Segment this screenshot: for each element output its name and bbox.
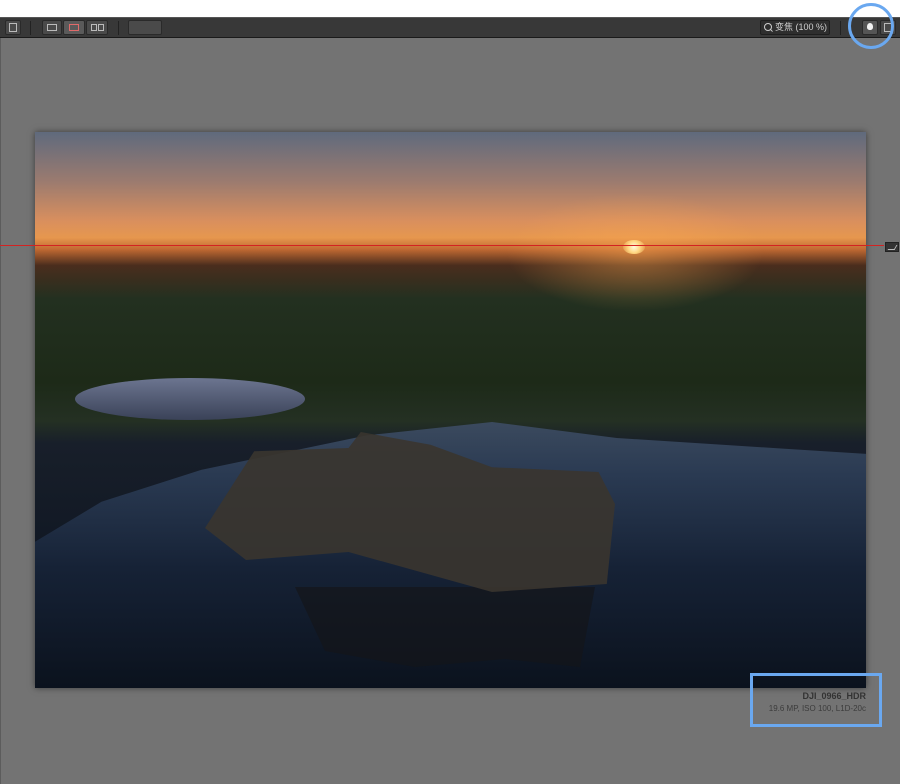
split-view-icon [69, 24, 79, 31]
photo-preview[interactable] [35, 132, 866, 688]
side-by-side-view-icon-right [98, 24, 104, 31]
horizon-guide-handle[interactable] [885, 242, 899, 252]
pond [75, 378, 305, 420]
panel-toggle-icon [9, 23, 17, 32]
horizon-guide-line[interactable] [0, 245, 884, 246]
toolbar-divider [30, 21, 31, 35]
zoom-field[interactable]: 变焦 (100 %) [760, 20, 830, 35]
single-view-button[interactable] [42, 20, 62, 35]
split-view-button[interactable] [63, 20, 85, 35]
single-view-icon [47, 24, 57, 31]
toolbar: 变焦 (100 %) [0, 17, 900, 38]
zoom-magnifier-icon [764, 23, 772, 31]
panel-toggle-button[interactable] [5, 20, 21, 35]
sun [623, 240, 645, 254]
compare-button[interactable] [128, 20, 162, 35]
toolbar-divider [840, 21, 841, 35]
toolbar-divider [118, 21, 119, 35]
annotation-highlight-circle [848, 3, 894, 49]
annotation-highlight-box [750, 673, 882, 727]
side-by-side-view-icon [91, 24, 97, 31]
zoom-level-label: 变焦 (100 %) [775, 22, 828, 32]
side-by-side-view-button[interactable] [86, 20, 108, 35]
